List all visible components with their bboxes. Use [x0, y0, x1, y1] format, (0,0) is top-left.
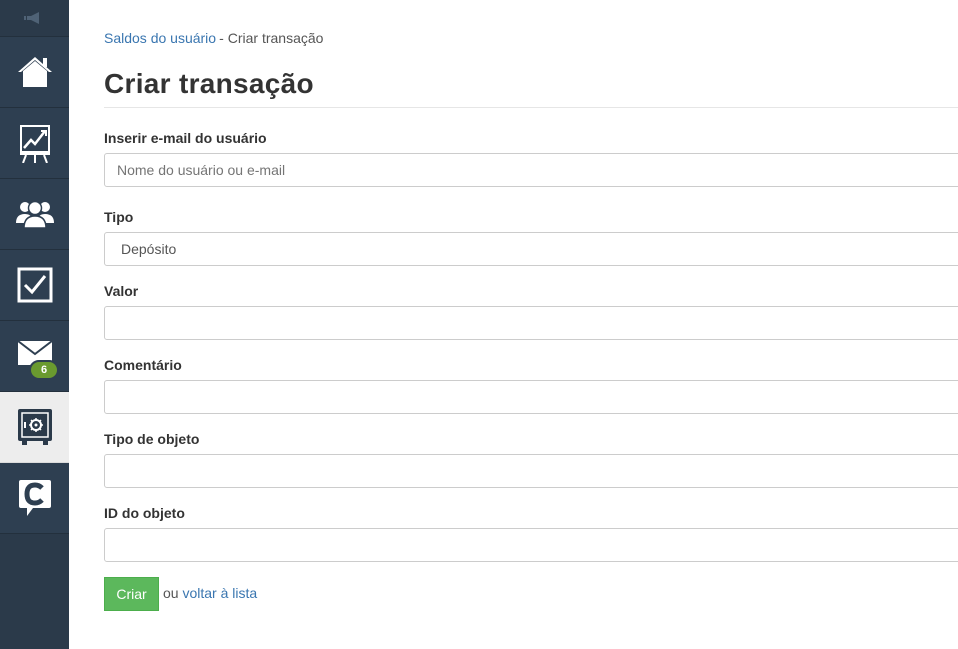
object-id-field[interactable] [104, 528, 958, 562]
breadcrumb-current: Criar transação [227, 30, 324, 46]
sidebar-item-chat[interactable] [0, 463, 69, 534]
comment-label: Comentário [104, 357, 182, 373]
sidebar-item-balances[interactable] [0, 392, 69, 463]
sidebar-item-home[interactable] [0, 37, 69, 108]
comment-field[interactable] [104, 380, 958, 414]
email-field[interactable] [104, 153, 958, 187]
sidebar-item-statistics[interactable] [0, 108, 69, 179]
type-label: Tipo [104, 209, 134, 225]
breadcrumb-link-user-balances[interactable]: Saldos do usuário [104, 30, 216, 46]
value-field[interactable] [104, 306, 958, 340]
sidebar: 6 [0, 0, 69, 649]
sidebar-item-users[interactable] [0, 179, 69, 250]
megaphone-icon [23, 12, 39, 24]
object-type-label: Tipo de objeto [104, 431, 200, 447]
back-to-list-text: ou voltar à lista [163, 585, 257, 601]
chart-board-icon [19, 125, 50, 163]
checkbox-icon [17, 267, 52, 303]
or-text: ou [163, 585, 179, 601]
object-id-label: ID do objeto [104, 505, 185, 521]
create-button[interactable]: Criar [104, 577, 159, 611]
type-selected-value: Depósito [121, 241, 177, 257]
title-divider [104, 107, 958, 108]
chat-logo-icon [18, 480, 51, 516]
sidebar-item-messages[interactable]: 6 [0, 321, 69, 392]
page-title: Criar transação [104, 68, 314, 99]
breadcrumb-separator: - [219, 30, 224, 46]
value-label: Valor [104, 283, 139, 299]
email-label: Inserir e-mail do usuário [104, 130, 267, 146]
users-icon [15, 200, 54, 229]
type-select[interactable]: Depósito [104, 232, 958, 266]
unread-count-badge: 6 [29, 360, 59, 380]
object-type-field[interactable] [104, 454, 958, 488]
sidebar-item-tasks[interactable] [0, 250, 69, 321]
safe-icon [17, 409, 52, 445]
back-to-list-link[interactable]: voltar à lista [182, 585, 257, 601]
home-icon [17, 57, 52, 87]
sidebar-item-announcements[interactable] [0, 0, 69, 37]
breadcrumb: Saldos do usuário - Criar transação [104, 30, 323, 46]
